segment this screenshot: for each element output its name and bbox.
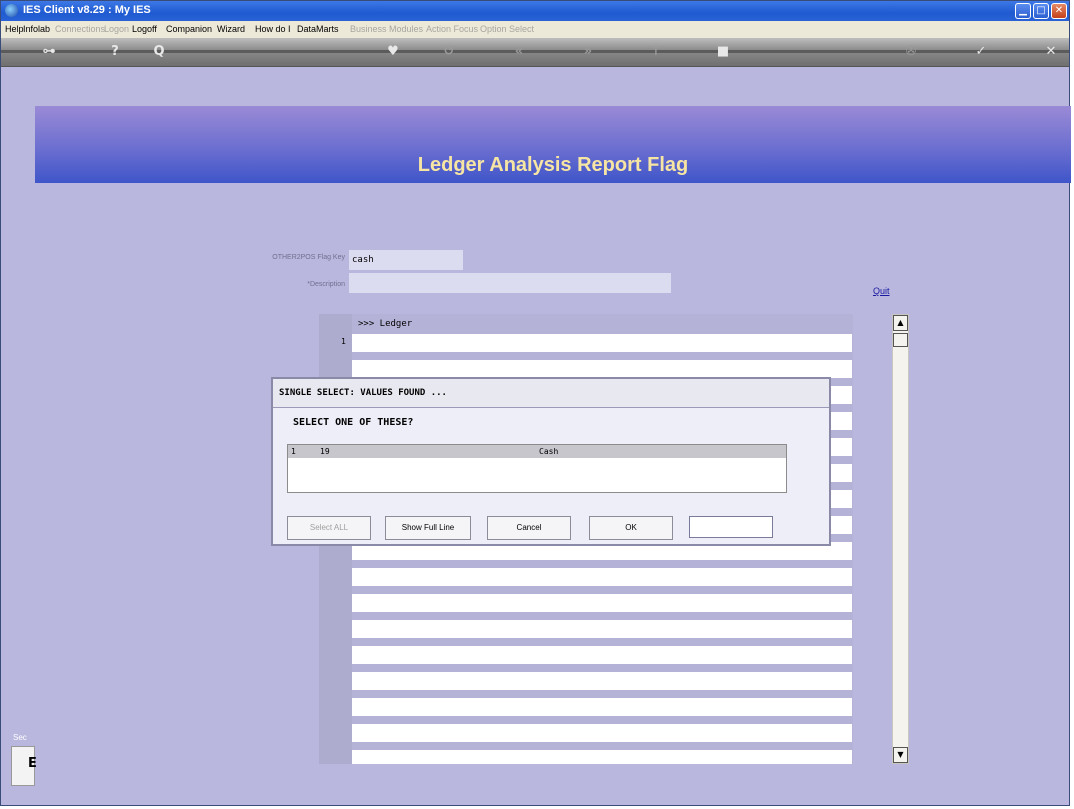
grid-row[interactable]: [352, 568, 852, 586]
close-window-button[interactable]: ✕: [1051, 3, 1067, 19]
grid-row[interactable]: [352, 724, 852, 742]
search-icon[interactable]: Q: [149, 43, 169, 61]
scroll-up-icon[interactable]: ▲: [893, 315, 908, 331]
show-full-line-button[interactable]: Show Full Line: [385, 516, 471, 540]
single-select-dialog: SINGLE SELECT: VALUES FOUND ... SELECT O…: [271, 377, 831, 546]
rewind-icon: «: [514, 44, 524, 59]
sec-label: Sec: [13, 733, 27, 742]
grid-row[interactable]: [352, 360, 852, 378]
grid-row[interactable]: [352, 334, 852, 352]
menu-infolab[interactable]: Infolab: [23, 24, 50, 34]
ok-button[interactable]: OK: [589, 516, 673, 540]
values-list[interactable]: 1 19 Cash: [287, 444, 787, 493]
menu-datamarts[interactable]: DataMarts: [297, 24, 339, 34]
grid-row[interactable]: [352, 672, 852, 690]
forward-icon: »: [583, 44, 593, 59]
home-icon[interactable]: ✇: [901, 43, 921, 61]
grid-row[interactable]: [352, 698, 852, 716]
quit-link[interactable]: Quit: [873, 286, 890, 296]
list-item-name: Cash: [539, 447, 559, 456]
side-e-label: E: [28, 756, 37, 771]
insert-icon: ⊤: [650, 44, 662, 59]
help-icon[interactable]: ?: [105, 43, 125, 61]
scroll-down-icon[interactable]: ▼: [893, 747, 908, 763]
dialog-title: SINGLE SELECT: VALUES FOUND ...: [273, 379, 829, 408]
menu-bar: Help Infolab Connections Logon Logoff Co…: [1, 21, 1069, 38]
menu-companion[interactable]: Companion: [166, 24, 212, 34]
menu-option-select: Option Select: [480, 24, 535, 34]
dialog-prompt: SELECT ONE OF THESE?: [293, 417, 414, 428]
grid-row[interactable]: [352, 594, 852, 612]
minimize-button[interactable]: ▁: [1015, 3, 1031, 19]
description-label: *Description: [307, 281, 345, 288]
menu-logoff[interactable]: Logoff: [132, 24, 157, 34]
menu-action-focus: Action Focus: [426, 24, 479, 34]
menu-connections: Connections: [55, 24, 106, 34]
grid-header: >>> Ledger: [358, 319, 413, 329]
app-icon: [5, 4, 18, 17]
scroll-thumb[interactable]: [893, 333, 908, 347]
grid-row[interactable]: [352, 646, 852, 664]
refresh-icon: ↺: [443, 44, 455, 59]
menu-wizard[interactable]: Wizard: [217, 24, 245, 34]
stop-icon[interactable]: ■: [713, 43, 733, 61]
grid-row[interactable]: [352, 620, 852, 638]
menu-logon: Logon: [104, 24, 130, 34]
toolbar: ⊶ ? Q ♥ ↺ « » ⊤ ■ ✇ ✓ ✕: [1, 38, 1069, 67]
list-item-index: 1: [291, 447, 296, 456]
heart-icon[interactable]: ♥: [383, 43, 403, 61]
flag-key-label: OTHER2POS Flag Key: [272, 254, 345, 261]
select-all-button: Select ALL: [287, 516, 371, 540]
dialog-input[interactable]: [689, 516, 773, 538]
menu-help[interactable]: Help: [5, 24, 24, 34]
app-window: IES Client v8.29 : My IES ▁ □ ✕ Help Inf…: [0, 0, 1071, 806]
vertical-scrollbar[interactable]: ▲ ▼: [892, 314, 909, 764]
title-bar[interactable]: IES Client v8.29 : My IES ▁ □ ✕: [1, 1, 1069, 21]
cancel-button[interactable]: Cancel: [487, 516, 571, 540]
maximize-button[interactable]: □: [1033, 3, 1049, 19]
description-field[interactable]: [349, 273, 671, 293]
flag-key-field[interactable]: cash: [349, 250, 463, 270]
page-title: Ledger Analysis Report Flag: [417, 154, 689, 176]
check-icon[interactable]: ✓: [971, 43, 991, 61]
window-title: IES Client v8.29 : My IES: [23, 4, 151, 16]
menu-business-modules: Business Modules: [350, 24, 424, 34]
list-item[interactable]: 1 19 Cash: [288, 445, 786, 458]
page-banner: Ledger Analysis Report Flag: [35, 106, 1071, 183]
close-icon[interactable]: ✕: [1041, 43, 1061, 61]
menu-how-do-i[interactable]: How do I: [255, 24, 291, 34]
list-item-code: 19: [320, 447, 330, 456]
grid-row-number: 1: [341, 337, 346, 346]
grid-row[interactable]: [352, 750, 852, 764]
key-icon[interactable]: ⊶: [31, 43, 67, 61]
